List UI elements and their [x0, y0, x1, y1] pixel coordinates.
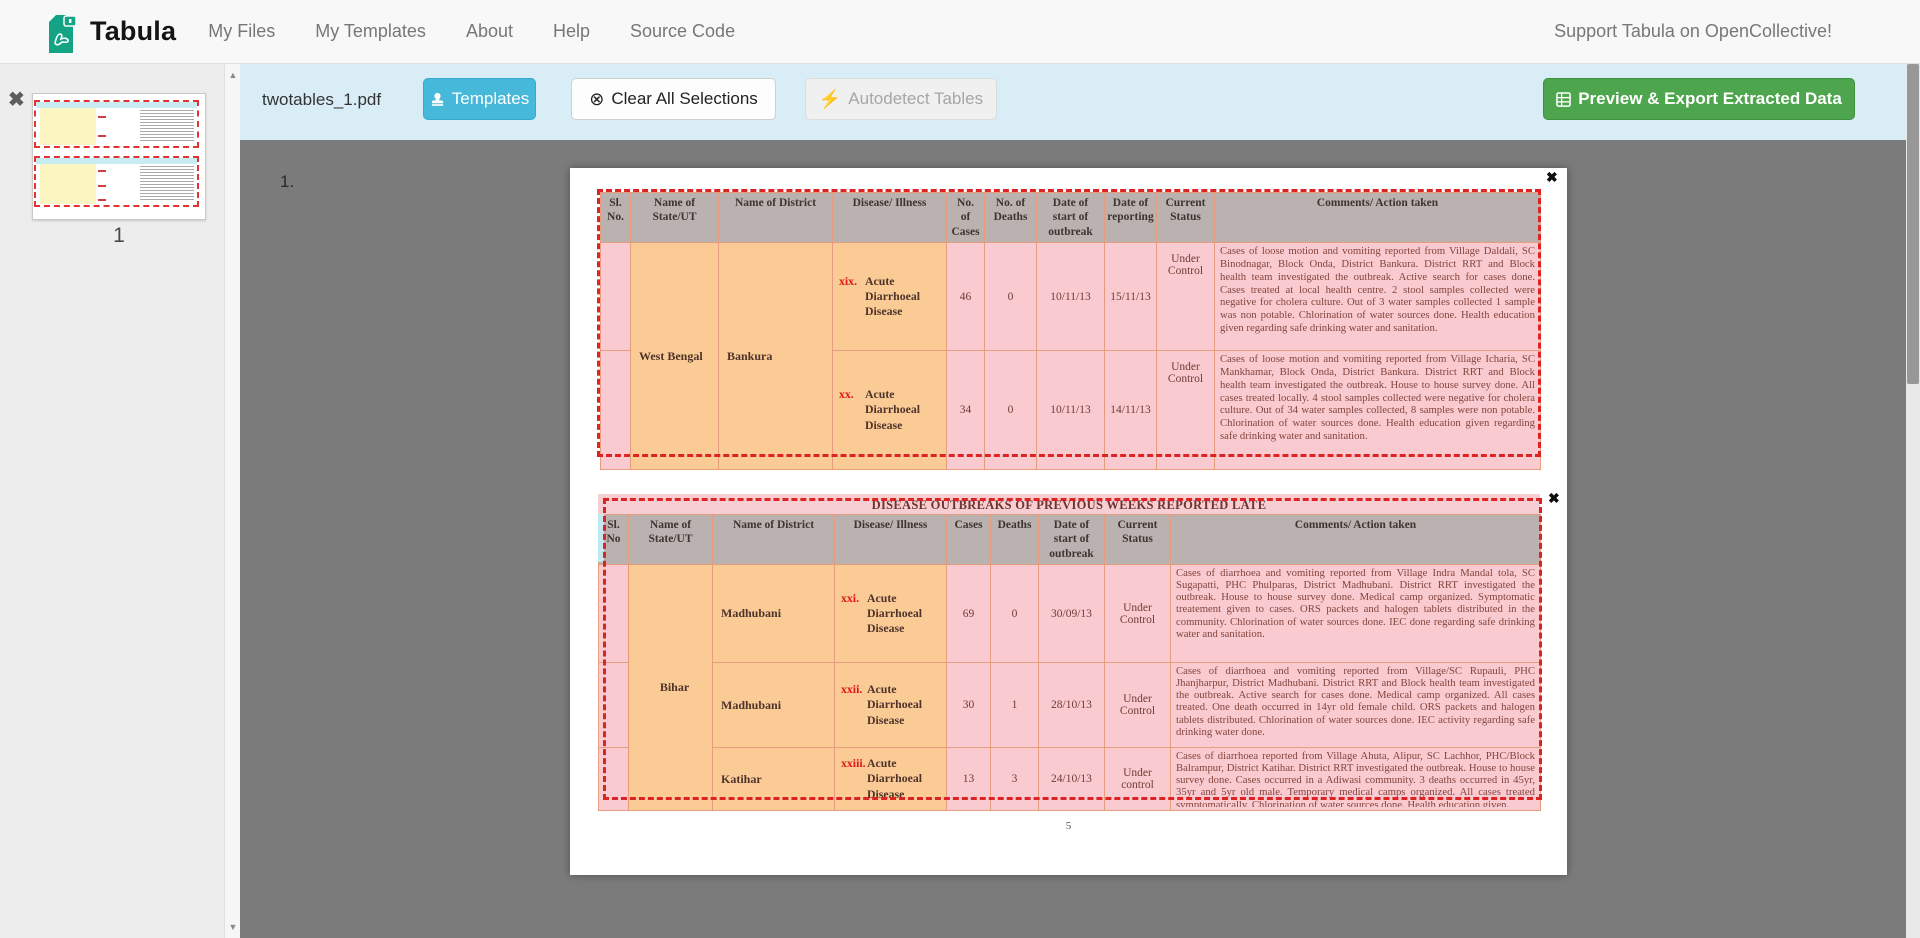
page-thumbnail[interactable]: [32, 93, 206, 220]
nav-help[interactable]: Help: [553, 21, 590, 42]
thumbnail-selection-1: [34, 100, 199, 148]
nav-links: My Files My Templates About Help Source …: [208, 21, 735, 42]
mini-red-mark: [98, 116, 106, 118]
support-opencollective-link[interactable]: Support Tabula on OpenCollective!: [1554, 21, 1832, 42]
mini-text-lines: [140, 110, 194, 143]
mini-red-mark: [98, 185, 106, 187]
mini-red-mark: [98, 135, 106, 137]
selection-2-close-icon[interactable]: ✖: [1548, 491, 1560, 505]
window-scrollbar-thumb[interactable]: [1907, 64, 1919, 384]
autodetect-button-label: Autodetect Tables: [848, 89, 983, 109]
sidebar-scrollbar[interactable]: ▲ ▼: [224, 64, 240, 938]
nav-source-code[interactable]: Source Code: [630, 21, 735, 42]
table-selection-2[interactable]: [603, 498, 1542, 800]
sidebar-thumbnails: ✖ 1 ▲ ▼: [0, 64, 240, 938]
window-scrollbar[interactable]: [1906, 64, 1920, 938]
thumbnail-selection-2: [34, 156, 199, 207]
delete-page-icon[interactable]: ✖: [8, 90, 25, 110]
scroll-down-icon[interactable]: ▼: [227, 922, 239, 932]
tabula-app: Tabula My Files My Templates About Help …: [0, 0, 1920, 938]
tabula-logo-icon: [40, 9, 80, 55]
brand-title: Tabula: [90, 16, 176, 47]
mini-red-mark: [98, 170, 106, 172]
template-stamp-icon: [430, 92, 445, 107]
nav-about[interactable]: About: [466, 21, 513, 42]
clear-circle-icon: ⊗: [589, 90, 604, 108]
selection-1-close-icon[interactable]: ✖: [1546, 170, 1558, 184]
table-selection-1[interactable]: [597, 189, 1541, 457]
mini-table-cells: [40, 108, 96, 145]
templates-button-label: Templates: [452, 89, 529, 109]
lightning-icon: ⚡: [819, 90, 841, 108]
pdf-page-number: 5: [570, 820, 1567, 832]
mini-text-lines: [140, 166, 194, 202]
nav-my-templates[interactable]: My Templates: [315, 21, 426, 42]
mini-red-mark: [98, 199, 106, 201]
thumbnail-page-number: 1: [32, 224, 206, 248]
mini-table-cells: [40, 164, 96, 204]
toolbar: twotables_1.pdf Templates ⊗ Clear All Se…: [240, 64, 1920, 140]
main-document-area: 1. Sl. No. Name of State/UT Name of Dist…: [240, 140, 1906, 938]
autodetect-tables-button[interactable]: ⚡ Autodetect Tables: [805, 78, 997, 120]
table-grid-icon: [1556, 92, 1571, 107]
templates-button[interactable]: Templates: [423, 78, 536, 120]
current-filename: twotables_1.pdf: [262, 90, 381, 110]
export-button-label: Preview & Export Extracted Data: [1578, 89, 1842, 109]
page-marker: 1.: [280, 172, 294, 192]
scroll-up-icon[interactable]: ▲: [227, 70, 239, 80]
clear-button-label: Clear All Selections: [611, 89, 757, 109]
navbar: Tabula My Files My Templates About Help …: [0, 0, 1920, 64]
pdf-page[interactable]: Sl. No. Name of State/UT Name of Distric…: [570, 168, 1567, 875]
nav-my-files[interactable]: My Files: [208, 21, 275, 42]
brand[interactable]: Tabula: [40, 9, 176, 55]
preview-export-button[interactable]: Preview & Export Extracted Data: [1543, 78, 1855, 120]
clear-all-selections-button[interactable]: ⊗ Clear All Selections: [571, 78, 776, 120]
